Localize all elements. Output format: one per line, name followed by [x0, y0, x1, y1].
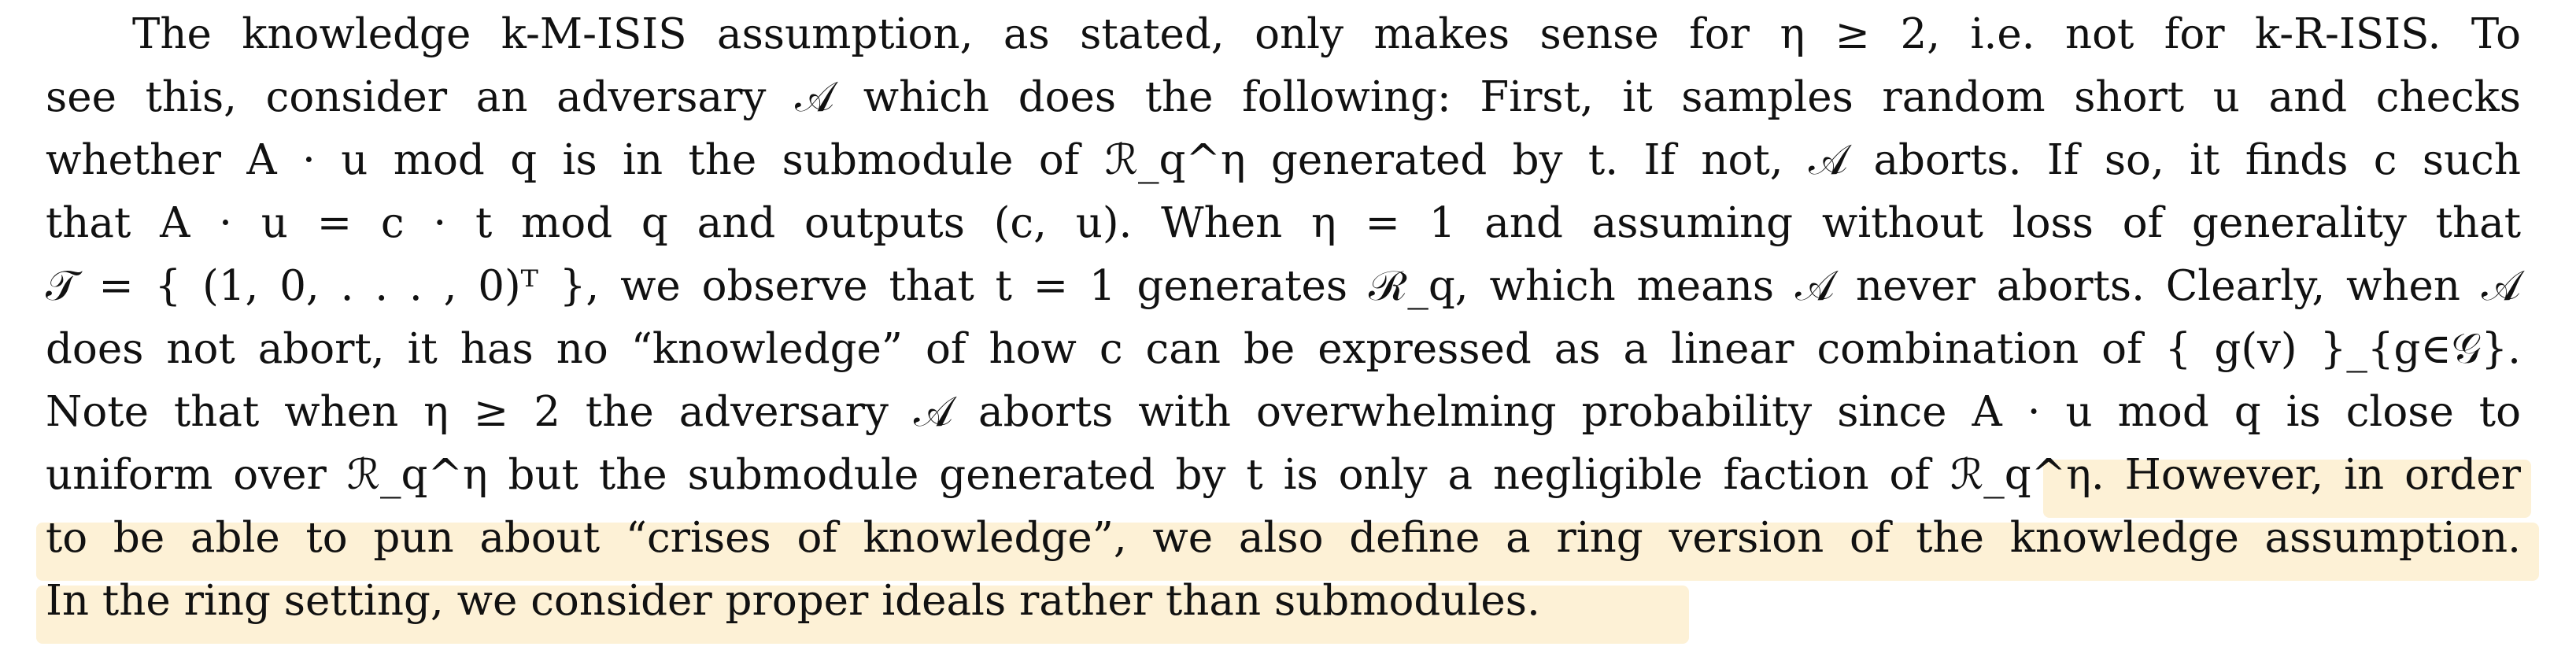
line-text: that A · u = c · t mod q and outputs (c,… — [46, 199, 2521, 247]
text-line-4: that A · u = c · t mod q and outputs (c,… — [46, 190, 2521, 257]
text-line-10: In the ring setting, we consider proper … — [46, 568, 2521, 634]
text-line-2: see this, consider an adversary 𝒜 which … — [46, 65, 2521, 131]
line-text: Note that when η ≥ 2 the adversary 𝒜 abo… — [46, 388, 2521, 436]
text-line-9: to be able to pun about “crises of knowl… — [46, 505, 2521, 571]
text-line-6: does not abort, it has no “knowledge” of… — [46, 316, 2521, 382]
line-text: The knowledge k-M-ISIS assumption, as st… — [132, 10, 2521, 58]
text-line-8: uniform over ℛ_q^η but the submodule gen… — [46, 442, 2521, 508]
text-line-5: 𝒯 = { (1, 0, . . . , 0)ᵀ }, we observe t… — [46, 253, 2521, 320]
text-line-7: Note that when η ≥ 2 the adversary 𝒜 abo… — [46, 379, 2521, 445]
paper-paragraph: The knowledge k-M-ISIS assumption, as st… — [36, 0, 2539, 665]
text-line-3: whether A · u mod q is in the submodule … — [46, 127, 2521, 194]
line-text: to be able to pun about “crises of knowl… — [46, 514, 2521, 562]
line-text: In the ring setting, we consider proper … — [46, 577, 1540, 625]
highlighted-text-start: However, in order — [2124, 451, 2521, 499]
line-text: does not abort, it has no “knowledge” of… — [46, 325, 2521, 373]
line-text: 𝒯 = { (1, 0, . . . , 0)ᵀ }, we observe t… — [46, 262, 2521, 310]
line-text: see this, consider an adversary 𝒜 which … — [46, 73, 2521, 121]
line-text: uniform over ℛ_q^η but the submodule gen… — [46, 451, 2105, 499]
line-text: whether A · u mod q is in the submodule … — [46, 136, 2521, 184]
text-line-1: The knowledge k-M-ISIS assumption, as st… — [46, 2, 2521, 68]
